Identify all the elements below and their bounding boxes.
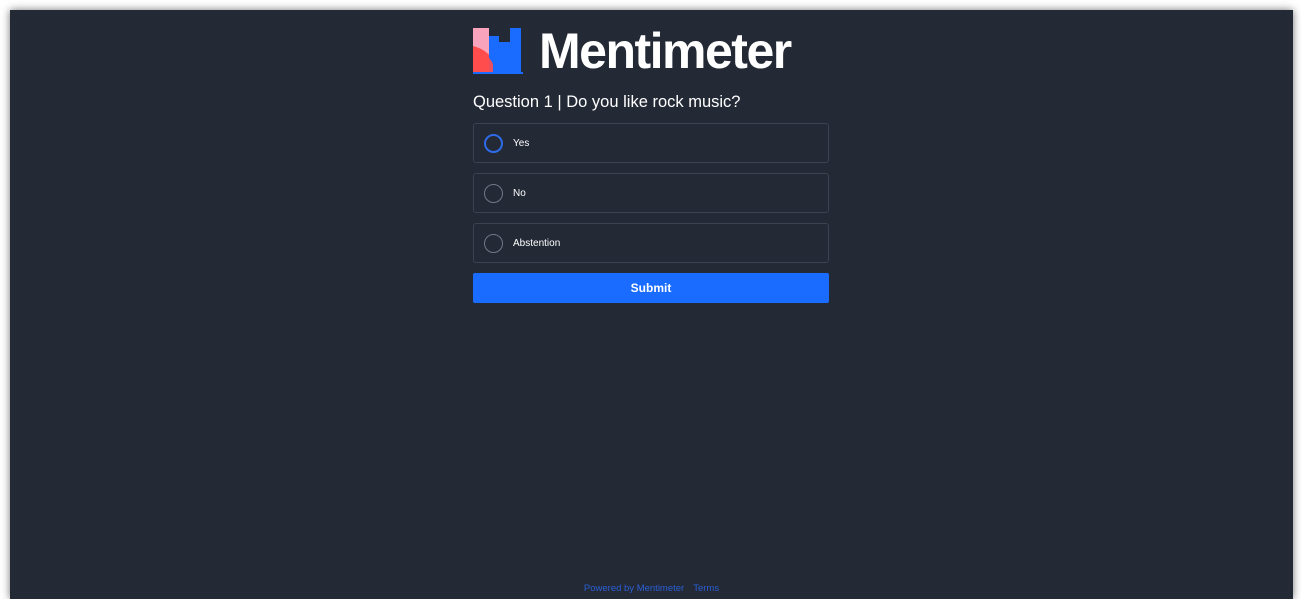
footer: Powered by Mentimeter Terms bbox=[10, 583, 1293, 594]
option-label: Yes bbox=[513, 137, 530, 149]
radio-button-no[interactable] bbox=[484, 183, 503, 203]
option-label: No bbox=[513, 187, 526, 199]
options-list: Yes No Abstention bbox=[473, 123, 829, 273]
brand-name: Mentimeter bbox=[539, 23, 792, 79]
option-label: Abstention bbox=[513, 237, 561, 249]
mentimeter-logo: Mentimeter bbox=[473, 23, 792, 79]
option-yes[interactable]: Yes bbox=[473, 123, 829, 163]
submit-button[interactable]: Submit bbox=[473, 273, 829, 303]
radio-button-yes[interactable] bbox=[484, 133, 503, 153]
mentimeter-logo-icon bbox=[473, 28, 523, 74]
radio-button-abstention[interactable] bbox=[484, 233, 503, 253]
option-abstention[interactable]: Abstention bbox=[473, 223, 829, 263]
terms-link[interactable]: Terms bbox=[693, 583, 719, 594]
question-title: Question 1 | Do you like rock music? bbox=[473, 93, 741, 111]
option-no[interactable]: No bbox=[473, 173, 829, 213]
powered-by-link[interactable]: Powered by Mentimeter bbox=[584, 583, 684, 594]
browser-viewport: Mentimeter Question 1 | Do you like rock… bbox=[10, 10, 1293, 599]
